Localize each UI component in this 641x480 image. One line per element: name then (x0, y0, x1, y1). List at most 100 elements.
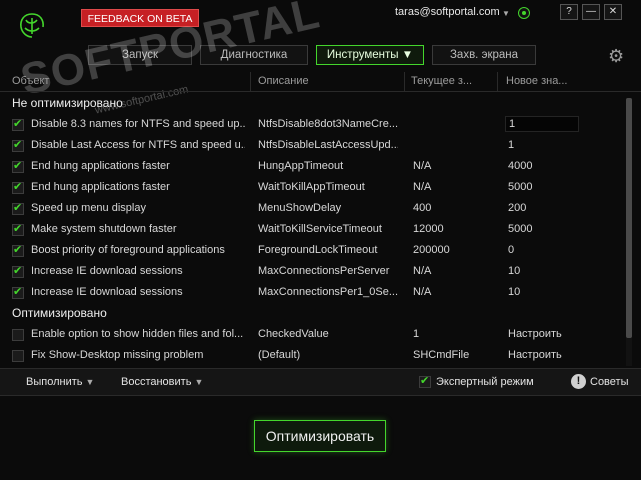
row-description: MaxConnectionsPerServer (258, 265, 390, 277)
tips-button[interactable]: Советы (590, 376, 628, 388)
row-new-value: 1 (508, 139, 515, 151)
row-new-value: 5000 (508, 181, 533, 193)
row-description: ForegroundLockTimeout (258, 244, 378, 256)
row-current-value: N/A (413, 286, 432, 298)
new-value-text: 1 (509, 118, 516, 130)
row-description: MenuShowDelay (258, 202, 342, 214)
row-description: WaitToKillAppTimeout (258, 181, 365, 193)
section-optimized: Оптимизировано (12, 306, 107, 320)
row-checkbox[interactable] (12, 201, 24, 215)
row-description: HungAppTimeout (258, 160, 344, 172)
row-description: CheckedValue (258, 328, 329, 340)
column-divider[interactable] (404, 72, 405, 92)
tab-tools[interactable]: Инструменты ▼ (316, 45, 424, 65)
table-row[interactable]: Fix Show-Desktop missing problem (Defaul… (0, 346, 625, 367)
tab-diagnostics[interactable]: Диагностика (200, 45, 308, 65)
main-tabs: Запуск Диагностика Инструменты ▼ Захв. э… (0, 45, 641, 67)
row-current-value: N/A (413, 181, 432, 193)
row-name: Make system shutdown faster (31, 223, 177, 235)
row-name: Boost priority of foreground application… (31, 244, 225, 256)
table-row[interactable]: Enable option to show hidden files and f… (0, 325, 625, 346)
chevron-down-icon[interactable]: ▼ (502, 9, 510, 18)
row-current-value: 200000 (413, 244, 450, 256)
tab-launch[interactable]: Запуск (88, 45, 192, 65)
configure-link[interactable]: Настроить (508, 328, 562, 340)
row-description: NtfsDisableLastAccessUpd... (258, 139, 398, 151)
run-menu-label: Выполнить (26, 376, 83, 388)
column-header-object[interactable]: Объект (12, 75, 49, 87)
chevron-down-icon: ▼ (194, 377, 204, 387)
table-row[interactable]: Increase IE download sessions MaxConnect… (0, 283, 625, 304)
row-name: Disable Last Access for NTFS and speed u… (31, 139, 245, 151)
column-header-current[interactable]: Текущее з... (411, 75, 472, 87)
row-new-value: 4000 (508, 160, 533, 172)
row-checkbox[interactable] (12, 329, 24, 341)
user-email[interactable]: taras@softportal.com (395, 6, 500, 18)
row-name: Speed up menu display (31, 202, 146, 214)
table-row[interactable]: Disable Last Access for NTFS and speed u… (0, 136, 625, 157)
table-row[interactable]: End hung applications faster WaitToKillA… (0, 178, 625, 199)
row-new-value: 0 (508, 244, 515, 256)
expert-mode-checkbox[interactable] (419, 374, 431, 388)
vertical-scrollbar[interactable] (626, 98, 632, 366)
tab-screen-capture[interactable]: Захв. экрана (432, 45, 536, 65)
row-checkbox[interactable] (12, 138, 24, 152)
configure-link[interactable]: Настроить (508, 349, 562, 361)
row-checkbox[interactable] (12, 117, 24, 131)
table-row[interactable]: Make system shutdown faster WaitToKillSe… (0, 220, 625, 241)
run-menu-button[interactable]: Выполнить ▼ (26, 376, 94, 388)
column-header-description[interactable]: Описание (258, 75, 309, 87)
column-header-new[interactable]: Новое зна... (506, 75, 567, 87)
row-current-value: N/A (413, 160, 432, 172)
row-name: Fix Show-Desktop missing problem (31, 349, 204, 361)
table-row[interactable]: Increase IE download sessions MaxConnect… (0, 262, 625, 283)
row-name: End hung applications faster (31, 160, 170, 172)
row-description: NtfsDisable8dot3NameCre... (258, 118, 398, 130)
row-current-value: 1 (413, 328, 420, 340)
table-row[interactable]: End hung applications faster HungAppTime… (0, 157, 625, 178)
expert-mode-label[interactable]: Экспертный режим (436, 376, 534, 388)
razer-logo-icon (20, 13, 44, 38)
close-button[interactable]: ✕ (604, 4, 622, 20)
row-name: Enable option to show hidden files and f… (31, 328, 244, 340)
row-checkbox[interactable] (12, 222, 24, 236)
table-row[interactable]: Speed up menu display MenuShowDelay 400 … (0, 199, 625, 220)
row-checkbox[interactable] (12, 285, 24, 299)
row-current-value: SHCmdFile (413, 349, 470, 361)
row-checkbox[interactable] (12, 350, 24, 362)
column-header-row: Объект Описание Текущее з... Новое зна..… (0, 72, 641, 92)
gear-icon[interactable]: ⚙ (608, 47, 626, 65)
column-divider[interactable] (250, 72, 251, 92)
row-checkbox[interactable] (12, 180, 24, 194)
row-checkbox[interactable] (12, 243, 24, 257)
section-not-optimized: Не оптимизировано (12, 96, 123, 110)
row-new-value: 5000 (508, 223, 533, 235)
restore-menu-label: Восстановить (121, 376, 192, 388)
column-divider[interactable] (497, 72, 498, 92)
optimize-button[interactable]: Оптимизировать (254, 420, 386, 452)
restore-menu-button[interactable]: Восстановить ▼ (121, 376, 203, 388)
table-row[interactable]: Disable 8.3 names for NTFS and speed up.… (0, 115, 625, 136)
bottom-toolbar: Выполнить ▼ Восстановить ▼ Экспертный режи… (0, 368, 641, 396)
tweaks-list: Не оптимизировано Disable 8.3 names for … (0, 94, 625, 366)
row-new-value: 10 (508, 265, 521, 277)
scrollbar-thumb[interactable] (626, 98, 632, 338)
new-value-input[interactable]: 1 (505, 116, 579, 132)
feedback-button[interactable]: FEEDBACK ON BETA (81, 9, 199, 27)
row-current-value: N/A (413, 265, 432, 277)
row-checkbox[interactable] (12, 159, 24, 173)
minimize-button[interactable]: — (582, 4, 600, 20)
help-button[interactable]: ? (560, 4, 578, 20)
row-current-value: 400 (413, 202, 432, 214)
online-status-icon (518, 7, 530, 19)
row-checkbox[interactable] (12, 264, 24, 278)
chevron-down-icon: ▼ (85, 377, 95, 387)
row-new-value: 200 (508, 202, 527, 214)
tips-info-icon[interactable]: ! (571, 374, 586, 389)
row-name: Increase IE download sessions (31, 286, 183, 298)
row-current-value: 12000 (413, 223, 444, 235)
title-bar: FEEDBACK ON BETA taras@softportal.com ▼ … (0, 0, 641, 40)
row-name: End hung applications faster (31, 181, 170, 193)
table-row[interactable]: Boost priority of foreground application… (0, 241, 625, 262)
row-description: (Default) (258, 349, 301, 361)
